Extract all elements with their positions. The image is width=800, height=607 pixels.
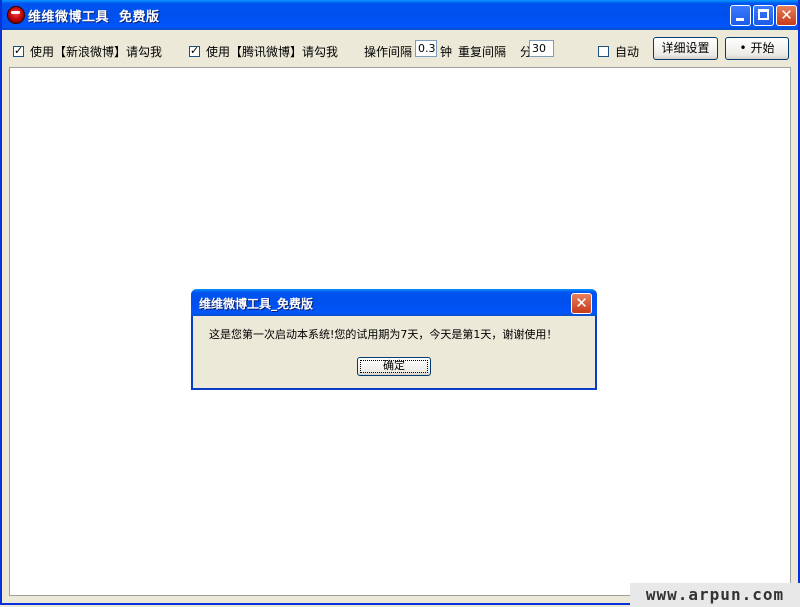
maximize-button[interactable] <box>753 5 774 26</box>
window-title: 维维微博工具 免费版 <box>28 10 160 25</box>
dialog-close-button[interactable]: ✕ <box>571 293 592 314</box>
maximize-icon <box>758 9 769 20</box>
interval-input[interactable]: 0.3 <box>415 40 437 57</box>
dialog-message: 这是您第一次启动本系统!您的试用期为7天，今天是第1天，谢谢使用！ <box>209 328 558 341</box>
minimize-button[interactable] <box>730 5 751 26</box>
title-bar[interactable]: 维维微博工具 免费版 ✕ <box>2 0 798 30</box>
startup-dialog: 维维微博工具_免费版 ✕ 这是您第一次启动本系统!您的试用期为7天，今天是第1天… <box>191 289 597 390</box>
ok-button[interactable]: 确定 <box>357 357 431 376</box>
repeat-label: 重复间隔 <box>458 45 507 59</box>
tencent-checkbox-label[interactable]: 使用【腾讯微博】请勾我 <box>206 43 338 60</box>
sina-checkbox-label[interactable]: 使用【新浪微博】请勾我 <box>30 43 162 60</box>
dialog-title: 维维微博工具_免费版 <box>199 297 314 311</box>
close-icon: ✕ <box>780 6 793 24</box>
dialog-title-bar[interactable]: 维维微博工具_免费版 ✕ <box>191 289 597 316</box>
interval-label: 操作间隔 <box>364 45 413 59</box>
auto-checkbox-label[interactable]: 自动 <box>615 43 639 60</box>
settings-button[interactable]: 详细设置 <box>653 37 718 60</box>
watermark: www.arpun.com <box>630 583 800 607</box>
toolbar: 使用【新浪微博】请勾我 使用【腾讯微博】请勾我 操作间隔 0.3 钟 重复间隔 … <box>2 30 798 66</box>
tencent-checkbox[interactable] <box>189 44 200 57</box>
app-logo-icon <box>7 6 25 24</box>
close-button[interactable]: ✕ <box>776 5 797 26</box>
repeat-input[interactable]: 30 <box>529 40 554 57</box>
minimize-icon <box>736 18 744 21</box>
close-icon: ✕ <box>575 294 588 312</box>
sina-checkbox[interactable] <box>13 44 24 57</box>
auto-checkbox[interactable] <box>598 46 609 57</box>
interval-unit: 钟 <box>440 45 453 59</box>
start-button[interactable]: • 开始 <box>725 37 789 60</box>
